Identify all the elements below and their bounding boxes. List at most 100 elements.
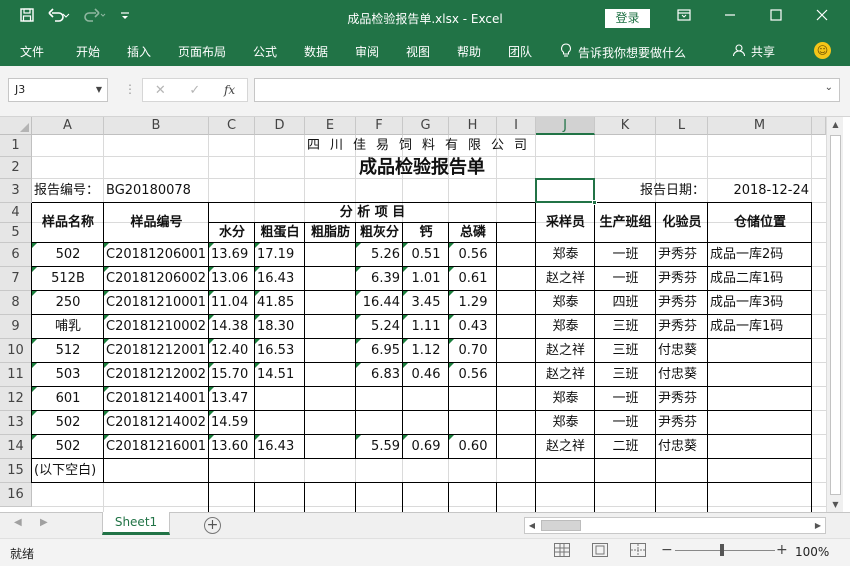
header-storage[interactable]: 仓储位置 bbox=[708, 203, 812, 243]
data-cell[interactable]: 成品一库1码 bbox=[708, 315, 812, 339]
data-cell[interactable]: 付忠葵 bbox=[656, 339, 708, 363]
header-moisture[interactable]: 水分 bbox=[209, 223, 255, 243]
data-cell[interactable]: 250 bbox=[32, 291, 104, 315]
worksheet-grid[interactable]: ▲ ▼ A B C D E F G H I J K L M 1 2 3 4 5 6 7 8 9 10 11 12 13 14 15 16… bbox=[0, 116, 850, 513]
scroll-right-icon[interactable]: ▶ bbox=[811, 518, 825, 533]
smiley-feedback-icon[interactable]: ☺ bbox=[814, 42, 831, 59]
header-team[interactable]: 生产班组 bbox=[595, 203, 656, 243]
scroll-down-icon[interactable]: ▼ bbox=[827, 497, 844, 513]
data-cell[interactable]: 41.85 bbox=[255, 291, 305, 315]
data-cell[interactable]: 16.43 bbox=[255, 267, 305, 291]
page-layout-view-icon[interactable] bbox=[592, 543, 608, 557]
header-calcium[interactable]: 钙 bbox=[403, 223, 449, 243]
formula-input[interactable]: ⌄ bbox=[254, 78, 840, 102]
tab-data[interactable]: 数据 bbox=[304, 43, 328, 60]
row-header-1[interactable]: 1 bbox=[0, 135, 32, 157]
row-header-5[interactable]: 5 bbox=[0, 223, 32, 243]
data-cell[interactable]: 502 bbox=[32, 435, 104, 459]
data-cell[interactable]: 哺乳 bbox=[32, 315, 104, 339]
next-sheet-icon[interactable]: ▶ bbox=[40, 517, 48, 528]
zoom-in-icon[interactable]: + bbox=[776, 542, 788, 558]
data-cell[interactable]: 16.44 bbox=[356, 291, 403, 315]
data-cell[interactable]: 一班 bbox=[595, 243, 656, 267]
row-header-7[interactable]: 7 bbox=[0, 267, 32, 291]
cancel-icon[interactable]: ✕ bbox=[155, 83, 166, 98]
header-inspector[interactable]: 化验员 bbox=[656, 203, 708, 243]
row-header-14[interactable]: 14 bbox=[0, 435, 32, 459]
data-cell[interactable]: 16.43 bbox=[255, 435, 305, 459]
data-cell[interactable]: 502 bbox=[32, 243, 104, 267]
data-cell[interactable]: 601 bbox=[32, 387, 104, 411]
column-header-k[interactable]: K bbox=[595, 117, 656, 135]
data-cell[interactable]: 15.70 bbox=[209, 363, 255, 387]
row-header-16[interactable]: 16 bbox=[0, 483, 32, 507]
data-cell[interactable]: 付忠葵 bbox=[656, 363, 708, 387]
tab-insert[interactable]: 插入 bbox=[127, 43, 151, 60]
minimize-icon[interactable] bbox=[720, 9, 740, 25]
data-cell[interactable]: 5.24 bbox=[356, 315, 403, 339]
column-header-j[interactable]: J bbox=[536, 117, 595, 135]
data-cell[interactable]: 尹秀芬 bbox=[656, 315, 708, 339]
data-cell[interactable]: 512 bbox=[32, 339, 104, 363]
header-sample-name[interactable]: 样品名称 bbox=[32, 203, 104, 243]
data-cell[interactable]: 1.11 bbox=[403, 315, 449, 339]
row-header-2[interactable]: 2 bbox=[0, 157, 32, 179]
confirm-icon[interactable]: ✓ bbox=[189, 83, 200, 98]
data-cell[interactable]: 尹秀芬 bbox=[656, 411, 708, 435]
data-cell[interactable]: 郑泰 bbox=[536, 315, 595, 339]
data-cell[interactable]: 503 bbox=[32, 363, 104, 387]
login-button[interactable]: 登录 bbox=[605, 9, 650, 28]
tab-file[interactable]: 文件 bbox=[20, 43, 44, 60]
data-cell[interactable]: 0.69 bbox=[403, 435, 449, 459]
zoom-slider-thumb[interactable] bbox=[720, 544, 724, 556]
data-cell[interactable]: 尹秀芬 bbox=[656, 291, 708, 315]
data-cell[interactable]: 二班 bbox=[595, 435, 656, 459]
report-date-label-cell[interactable]: 报告日期： bbox=[595, 179, 708, 203]
data-cell[interactable]: 5.26 bbox=[356, 243, 403, 267]
column-header-g[interactable]: G bbox=[403, 117, 449, 135]
fill-handle[interactable] bbox=[592, 200, 597, 205]
data-cell[interactable]: C20181212002 bbox=[104, 363, 209, 387]
data-cell[interactable]: 3.45 bbox=[403, 291, 449, 315]
share-button[interactable]: 共享 bbox=[732, 43, 775, 60]
data-cell[interactable]: 郑泰 bbox=[536, 291, 595, 315]
vertical-scrollbar[interactable]: ▲ ▼ bbox=[826, 117, 843, 513]
row-header-9[interactable]: 9 bbox=[0, 315, 32, 339]
data-cell[interactable]: 17.19 bbox=[255, 243, 305, 267]
data-cell[interactable]: 13.69 bbox=[209, 243, 255, 267]
scroll-left-icon[interactable]: ◀ bbox=[525, 518, 539, 533]
data-cell[interactable]: 成品一库2码 bbox=[708, 243, 812, 267]
data-cell[interactable]: 12.40 bbox=[209, 339, 255, 363]
zoom-slider[interactable] bbox=[675, 550, 775, 551]
column-header-e[interactable]: E bbox=[305, 117, 356, 135]
data-cell[interactable]: 成品二库1码 bbox=[708, 267, 812, 291]
select-all-corner[interactable] bbox=[0, 117, 32, 135]
header-analysis[interactable]: 分 析 项 目 bbox=[209, 203, 536, 223]
column-header-b[interactable]: B bbox=[104, 117, 209, 135]
data-cell[interactable]: 18.30 bbox=[255, 315, 305, 339]
data-cell[interactable]: 郑泰 bbox=[536, 243, 595, 267]
row-header-4[interactable]: 4 bbox=[0, 203, 32, 223]
horizontal-scrollbar[interactable]: ◀ ▶ bbox=[524, 517, 826, 534]
data-cell[interactable]: 5.59 bbox=[356, 435, 403, 459]
report-title-cell[interactable]: 成品检验报告单 bbox=[32, 157, 812, 179]
data-cell[interactable]: 0.56 bbox=[449, 243, 497, 267]
data-cell[interactable]: 0.56 bbox=[449, 363, 497, 387]
data-cell[interactable]: 一班 bbox=[595, 411, 656, 435]
data-cell[interactable]: C20181206001 bbox=[104, 243, 209, 267]
column-header-l[interactable]: L bbox=[656, 117, 708, 135]
data-cell[interactable]: 三班 bbox=[595, 363, 656, 387]
page-break-view-icon[interactable] bbox=[630, 543, 646, 557]
header-ash[interactable]: 粗灰分 bbox=[356, 223, 403, 243]
add-sheet-icon[interactable]: + bbox=[204, 517, 221, 534]
data-cell[interactable]: 赵之祥 bbox=[536, 363, 595, 387]
report-no-cell[interactable]: BG20180078 bbox=[104, 179, 209, 203]
data-cell[interactable]: 0.60 bbox=[449, 435, 497, 459]
row-header-3[interactable]: 3 bbox=[0, 179, 32, 203]
row-header-10[interactable]: 10 bbox=[0, 339, 32, 363]
data-cell[interactable]: 512B bbox=[32, 267, 104, 291]
tab-view[interactable]: 视图 bbox=[406, 43, 430, 60]
data-cell[interactable]: C20181206002 bbox=[104, 267, 209, 291]
report-date-cell[interactable]: 2018-12-24 bbox=[708, 179, 812, 203]
data-cell[interactable]: 郑泰 bbox=[536, 387, 595, 411]
